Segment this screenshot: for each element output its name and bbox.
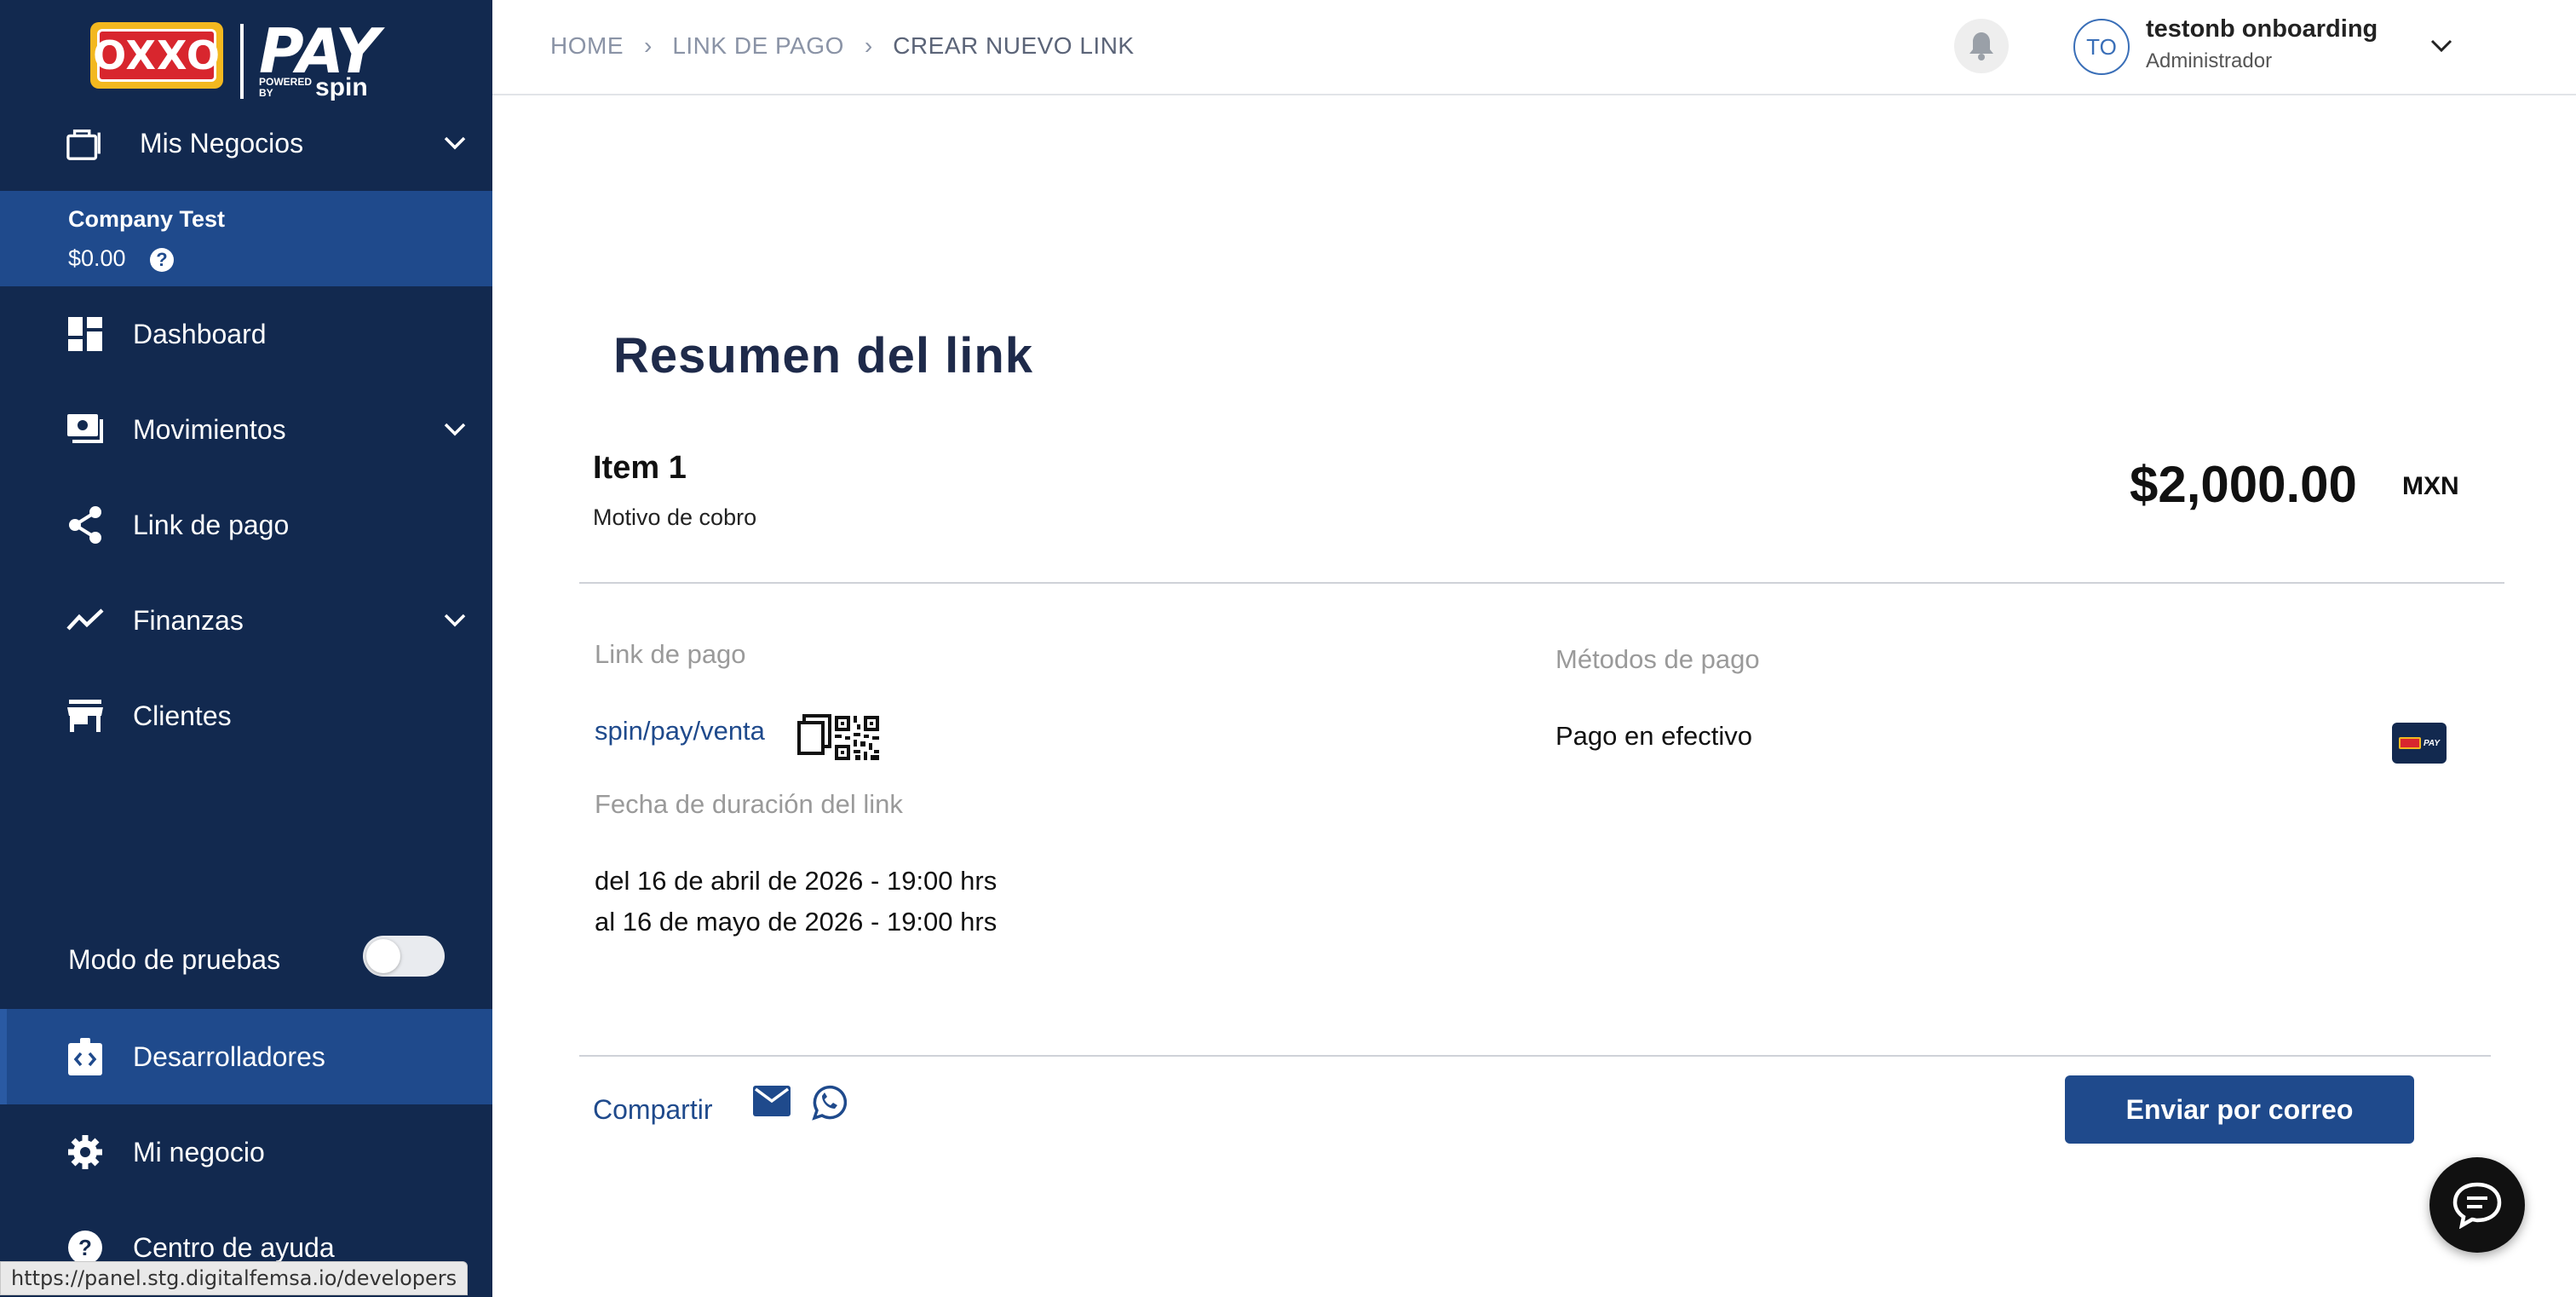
logo-separator: [240, 24, 244, 99]
toggle-knob: [366, 939, 400, 973]
sidebar-item-label: Mi negocio: [133, 1136, 265, 1167]
chevron-down-icon: [440, 128, 470, 159]
sidebar: OXXO PAY POWERED BY spin Mis Negocios Co…: [0, 0, 492, 1297]
qr-code-icon[interactable]: [835, 716, 879, 760]
top-header: HOME › LINK DE PAGO › CREAR NUEVO LINK T…: [492, 0, 2576, 95]
developer-icon: [66, 1038, 104, 1075]
mail-icon[interactable]: [753, 1086, 791, 1116]
item-name: Item 1: [593, 450, 687, 486]
sidebar-item-link-de-pago[interactable]: Link de pago: [0, 477, 492, 573]
company-balance: $0.00: [68, 245, 126, 271]
oxxo-mini-logo: [2398, 737, 2421, 749]
item-reason: Motivo de cobro: [593, 504, 757, 530]
date-from: del 16 de abril de 2026 - 19:00 hrs: [595, 866, 998, 896]
gear-icon: [66, 1133, 104, 1171]
sidebar-item-label: Desarrolladores: [133, 1040, 325, 1072]
chevron-right-icon: ›: [644, 32, 653, 59]
user-role: Administrador: [2146, 49, 2273, 72]
chevron-right-icon: ›: [864, 32, 873, 59]
sidebar-item-label: Movimientos: [133, 413, 286, 445]
breadcrumb: HOME › LINK DE PAGO › CREAR NUEVO LINK: [550, 32, 1135, 60]
svg-text:?: ?: [78, 1235, 92, 1260]
payment-methods-label: Métodos de pago: [1555, 644, 1760, 674]
divider-top: [579, 582, 2504, 584]
sidebar-item-label: Finanzas: [133, 604, 244, 636]
active-indicator: [0, 1009, 7, 1104]
notifications-button[interactable]: [1954, 19, 2009, 73]
bell-icon: [1969, 32, 1993, 61]
business-selector-label: Mis Negocios: [140, 127, 304, 159]
sidebar-item-finanzas[interactable]: Finanzas: [0, 573, 492, 668]
sidebar-item-label: Clientes: [133, 700, 232, 731]
avatar[interactable]: TO: [2073, 19, 2130, 75]
divider-bottom: [579, 1055, 2491, 1057]
browser-status-url: https://panel.stg.digitalfemsa.io/develo…: [0, 1261, 469, 1295]
trending-icon: [66, 602, 104, 639]
breadcrumb-link-de-pago[interactable]: LINK DE PAGO: [672, 32, 844, 60]
mini-pay-text: PAY: [2423, 738, 2441, 748]
company-card[interactable]: Company Test $0.00 ?: [0, 191, 492, 286]
oxxo-pay-logo[interactable]: OXXO PAY POWERED BY spin: [90, 15, 397, 104]
test-mode-toggle[interactable]: [363, 936, 445, 977]
user-menu-chevron-down-icon[interactable]: [2424, 29, 2458, 63]
date-to: al 16 de mayo de 2026 - 19:00 hrs: [595, 907, 998, 937]
test-mode-label: Modo de pruebas: [68, 944, 281, 975]
question-icon[interactable]: ?: [150, 248, 174, 272]
send-by-email-button[interactable]: Enviar por correo: [2065, 1075, 2414, 1144]
store-icon: [66, 697, 104, 735]
whatsapp-icon[interactable]: [809, 1084, 848, 1121]
sidebar-item-label: Link de pago: [133, 509, 290, 540]
oxxo-logo: OXXO: [90, 22, 223, 89]
chevron-down-icon: [440, 605, 470, 636]
sidebar-item-label: Dashboard: [133, 318, 267, 349]
sidebar-item-mi-negocio[interactable]: Mi negocio: [0, 1104, 492, 1200]
company-name: Company Test: [68, 206, 226, 232]
breadcrumb-current: CREAR NUEVO LINK: [893, 32, 1135, 59]
currency: MXN: [2402, 472, 2459, 500]
sidebar-item-label: Centro de ayuda: [133, 1231, 335, 1263]
link-duration: del 16 de abril de 2026 - 19:00 hrs al 1…: [595, 861, 997, 942]
link-label: Link de pago: [595, 639, 746, 669]
user-name: testonb onboarding: [2146, 15, 2378, 43]
sidebar-item-desarrolladores[interactable]: Desarrolladores: [0, 1009, 492, 1104]
share-label: Compartir: [593, 1094, 713, 1125]
briefcase-icon: [66, 124, 104, 162]
payment-method-cash: Pago en efectivo: [1555, 721, 1752, 751]
copy-icon[interactable]: [796, 714, 833, 757]
business-selector[interactable]: Mis Negocios: [0, 95, 492, 191]
chevron-down-icon: [440, 414, 470, 445]
payment-link[interactable]: spin/pay/venta: [595, 716, 765, 746]
oxxo-pay-method-logo: PAY: [2392, 723, 2447, 764]
duration-label: Fecha de duración del link: [595, 789, 903, 819]
share-icon: [66, 506, 104, 544]
sidebar-item-movimientos[interactable]: Movimientos: [0, 382, 492, 477]
sidebar-item-clientes[interactable]: Clientes: [0, 668, 492, 764]
chat-button[interactable]: [2429, 1157, 2525, 1253]
dashboard-icon: [66, 315, 104, 353]
sidebar-item-dashboard[interactable]: Dashboard: [0, 286, 492, 382]
amount: $2,000.00: [2130, 456, 2357, 513]
chat-bubble-icon: [2452, 1182, 2502, 1229]
page-title: Resumen del link: [613, 328, 1034, 383]
breadcrumb-home[interactable]: HOME: [550, 32, 624, 60]
cash-icon: [66, 411, 104, 448]
